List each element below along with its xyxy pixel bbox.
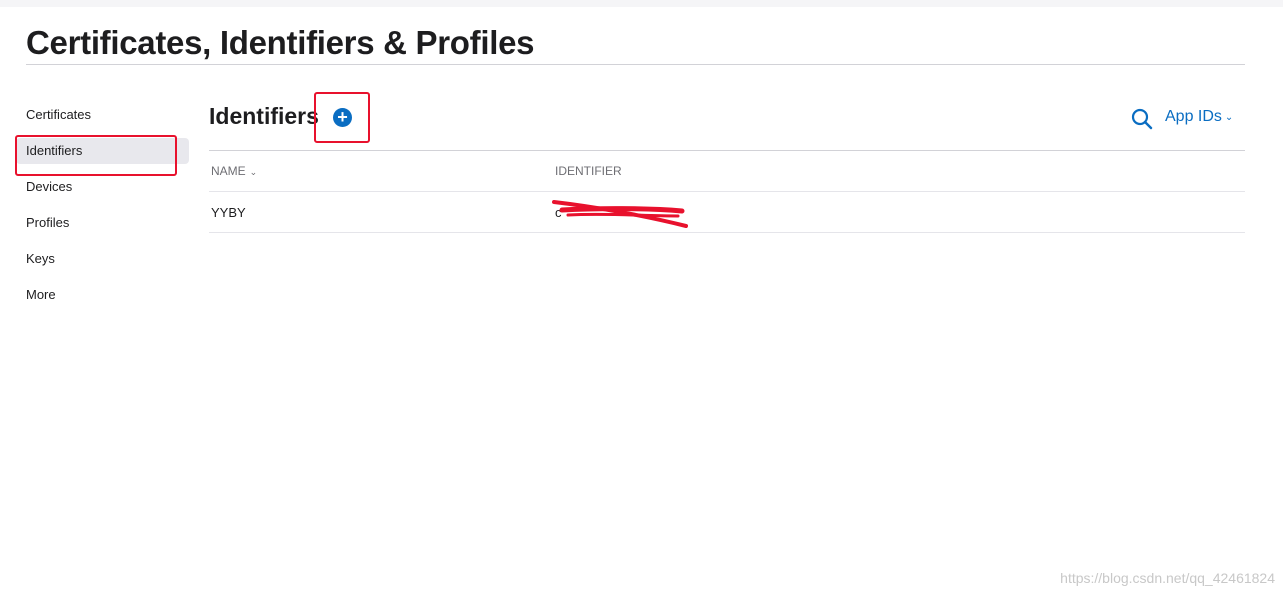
section-title: Identifiers — [209, 103, 319, 129]
column-header-identifier: IDENTIFIER — [555, 164, 622, 178]
chevron-down-icon: ⌄ — [1224, 112, 1234, 123]
add-identifier-button[interactable]: + — [333, 108, 352, 127]
cell-name: YYBY — [211, 205, 246, 220]
sidebar-item-devices[interactable]: Devices — [16, 174, 189, 200]
filter-dropdown[interactable]: App IDs ⌄ — [1165, 108, 1233, 126]
sidebar-item-more[interactable]: More — [16, 282, 189, 308]
redaction-scribble — [552, 200, 688, 228]
sidebar-item-profiles[interactable]: Profiles — [16, 210, 189, 236]
sort-chevron-icon: ⌄ — [249, 167, 258, 177]
cell-identifier: c — [555, 205, 562, 220]
sidebar-item-keys[interactable]: Keys — [16, 246, 189, 272]
page-title: Certificates, Identifiers & Profiles — [26, 24, 535, 61]
sidebar-item-identifiers[interactable]: Identifiers — [16, 138, 189, 164]
search-button[interactable] — [1130, 107, 1154, 131]
title-divider — [26, 64, 1245, 65]
top-strip — [0, 0, 1283, 7]
plus-circle-icon: + — [337, 107, 348, 127]
watermark: https://blog.csdn.net/qq_42461824 — [1060, 570, 1275, 586]
filter-label: App IDs — [1165, 108, 1222, 125]
column-header-label: NAME — [211, 164, 246, 178]
sidebar: Certificates Identifiers Devices Profile… — [16, 102, 189, 318]
column-header-name[interactable]: NAME ⌄ — [211, 164, 257, 178]
table-top-border — [209, 150, 1245, 151]
row-divider — [209, 232, 1245, 233]
search-icon — [1131, 108, 1153, 130]
sidebar-item-certificates[interactable]: Certificates — [16, 102, 189, 128]
header-divider — [209, 191, 1245, 192]
